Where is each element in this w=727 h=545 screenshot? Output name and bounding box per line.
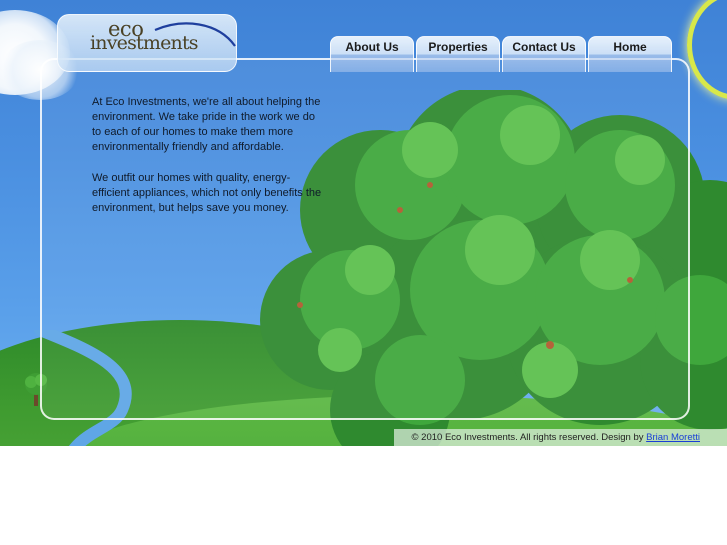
designer-link[interactable]: Brian Moretti <box>646 432 700 443</box>
intro-text: At Eco Investments, we're all about help… <box>92 95 322 232</box>
logo-text-investments: investments <box>90 32 199 54</box>
nav-tab-contact-us[interactable]: Contact Us <box>502 36 586 72</box>
nav-tab-properties[interactable]: Properties <box>416 36 500 72</box>
sun-decoration <box>687 0 727 100</box>
intro-paragraph-1: At Eco Investments, we're all about help… <box>92 96 321 153</box>
intro-paragraph-2: We outfit our homes with quality, energy… <box>92 172 322 214</box>
logo[interactable]: eco investments <box>57 14 237 72</box>
footer-copyright: © 2010 Eco Investments. All rights reser… <box>394 429 700 446</box>
nav-tab-about-us[interactable]: About Us <box>330 36 414 72</box>
nav-tab-home[interactable]: Home <box>588 36 672 72</box>
main-nav: About Us Properties Contact Us Home <box>330 36 672 72</box>
page-scene: eco investments About Us Properties Cont… <box>0 0 727 446</box>
copyright-text: © 2010 Eco Investments. All rights reser… <box>411 432 644 443</box>
